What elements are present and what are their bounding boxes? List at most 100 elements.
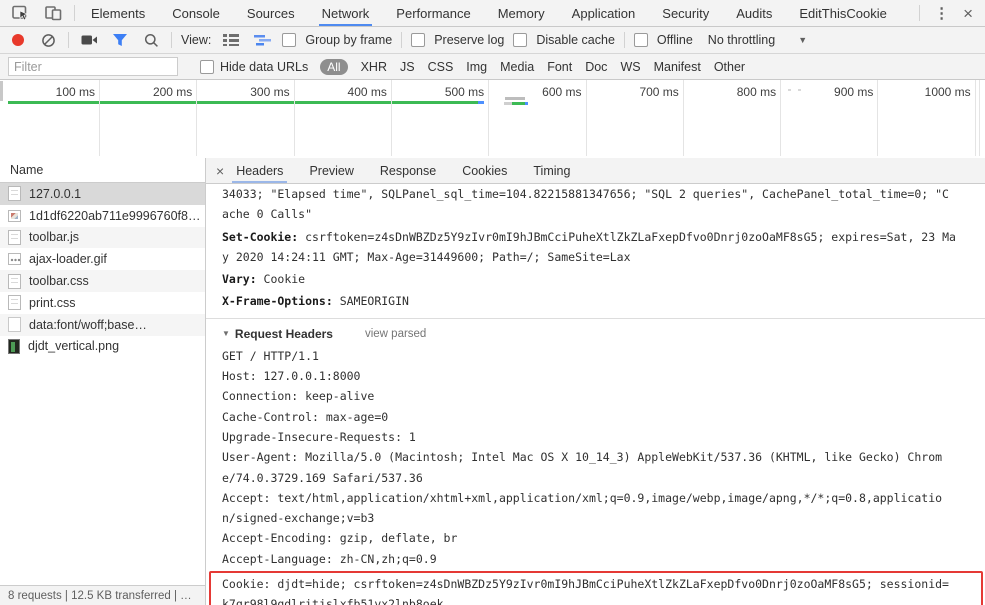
devtools-window: Elements Console Sources Network Performance… bbox=[0, 0, 985, 605]
header-line: Accept-Encoding: gzip, deflate, br bbox=[222, 531, 458, 546]
request-headers-title: Request Headers bbox=[234, 326, 333, 341]
filter-type-other[interactable]: Other bbox=[714, 60, 745, 74]
request-row[interactable]: djdt_vertical.png bbox=[0, 336, 205, 358]
tab-elements[interactable]: Elements bbox=[91, 0, 145, 26]
filter-type-manifest[interactable]: Manifest bbox=[654, 60, 701, 74]
status-summary: 8 requests | 12.5 KB transferred | … bbox=[8, 589, 192, 602]
tab-editthiscookie[interactable]: EditThisCookie bbox=[799, 0, 886, 26]
hide-data-urls-checkbox[interactable] bbox=[200, 59, 214, 74]
overview-timeline-bar-blue bbox=[478, 101, 484, 104]
request-row[interactable]: 127.0.0.1 bbox=[0, 183, 205, 205]
view-parsed-link[interactable]: view parsed bbox=[365, 328, 426, 340]
doc-file-icon bbox=[8, 229, 21, 245]
request-headers-section[interactable]: ▼ Request Headers view parsed bbox=[222, 322, 985, 346]
request-name: djdt_vertical.png bbox=[28, 339, 120, 354]
timeline-gridline bbox=[682, 80, 684, 156]
filter-type-xhr[interactable]: XHR bbox=[361, 60, 387, 74]
record-icon[interactable] bbox=[12, 34, 24, 46]
tab-memory[interactable]: Memory bbox=[498, 0, 545, 26]
header-line: Set-Cookie: csrftoken=z4sDnWBZDz5Y9zIvr0… bbox=[222, 229, 956, 244]
request-name: 1d1df6220ab711e9996760f8… bbox=[29, 208, 201, 223]
filter-input[interactable] bbox=[8, 57, 178, 76]
request-row[interactable]: data:font/woff;base… bbox=[0, 313, 205, 336]
timeline-tick-label: 400 ms bbox=[347, 85, 387, 99]
group-by-frame-label: Group by frame bbox=[305, 33, 393, 47]
tab-audits[interactable]: Audits bbox=[736, 0, 772, 26]
request-name: 127.0.0.1 bbox=[29, 186, 82, 201]
close-detail-icon[interactable]: × bbox=[216, 163, 224, 179]
request-name: ajax-loader.gif bbox=[29, 252, 107, 267]
filter-type-all[interactable]: All bbox=[320, 58, 348, 75]
headers-content: 34033; "Elapsed time", SQLPanel_sql_time… bbox=[206, 183, 985, 605]
header-line: Accept-Language: zh-CN,zh;q=0.9 bbox=[222, 551, 437, 566]
request-row[interactable]: toolbar.js bbox=[0, 226, 205, 249]
timeline-tick-label: 1000 ms bbox=[924, 85, 971, 99]
overview-timeline-bar-green bbox=[8, 101, 478, 104]
detail-tab-preview[interactable]: Preview bbox=[309, 158, 353, 183]
search-icon[interactable] bbox=[140, 29, 162, 51]
request-row[interactable]: toolbar.css bbox=[0, 270, 205, 292]
doc-file-icon bbox=[8, 186, 21, 202]
clear-icon[interactable] bbox=[37, 29, 59, 51]
disable-cache-checkbox[interactable] bbox=[513, 33, 528, 47]
detail-tab-cookies[interactable]: Cookies bbox=[462, 158, 507, 183]
inspect-element-icon[interactable] bbox=[10, 2, 32, 24]
tab-application[interactable]: Application bbox=[572, 0, 636, 26]
disable-cache-label: Disable cache bbox=[536, 33, 615, 47]
close-devtools-icon[interactable]: × bbox=[963, 5, 973, 22]
preserve-log-checkbox[interactable] bbox=[411, 33, 426, 47]
large-rows-icon[interactable] bbox=[220, 29, 242, 51]
timeline-gridline bbox=[390, 80, 392, 156]
filter-type-js[interactable]: JS bbox=[400, 60, 415, 74]
waterfall-icon[interactable] bbox=[251, 29, 273, 51]
tab-network[interactable]: Network bbox=[318, 0, 372, 26]
filter-type-doc[interactable]: Doc bbox=[585, 60, 607, 74]
request-row[interactable]: 1d1df6220ab711e9996760f8… bbox=[0, 205, 205, 227]
header-line: Connection: keep-alive bbox=[222, 389, 375, 404]
timeline-gridline bbox=[877, 80, 879, 156]
divider bbox=[623, 32, 625, 48]
header-line: User-Agent: Mozilla/5.0 (Macintosh; Inte… bbox=[222, 450, 943, 465]
filter-type-css[interactable]: CSS bbox=[428, 60, 454, 74]
filter-type-media[interactable]: Media bbox=[500, 60, 534, 74]
offline-checkbox[interactable] bbox=[633, 33, 648, 47]
network-overview[interactable]: 100 ms 200 ms 300 ms 400 ms 500 ms 600 ms 700 … bbox=[0, 80, 985, 159]
overview-request-bar bbox=[504, 101, 528, 105]
more-options-icon[interactable]: ⋮ bbox=[934, 4, 949, 22]
name-column-header[interactable]: Name bbox=[0, 158, 205, 183]
tab-console[interactable]: Console bbox=[172, 0, 220, 26]
request-name: data:font/woff;base… bbox=[29, 317, 147, 332]
doc-file-icon bbox=[8, 295, 21, 311]
divider bbox=[919, 5, 921, 21]
throttling-select[interactable]: No throttling bbox=[708, 33, 775, 47]
request-row[interactable]: ajax-loader.gif bbox=[0, 248, 205, 270]
tab-security[interactable]: Security bbox=[662, 0, 709, 26]
filter-type-ws[interactable]: WS bbox=[620, 60, 640, 74]
img-file-icon bbox=[8, 209, 21, 222]
timeline-tick-label: 700 ms bbox=[639, 85, 679, 99]
djdt-file-icon bbox=[8, 338, 20, 354]
request-name: toolbar.css bbox=[29, 274, 89, 289]
hide-data-urls-label: Hide data URLs bbox=[220, 59, 309, 74]
filter-bar: Hide data URLs All XHR JS CSS Img Media Font Do… bbox=[0, 54, 985, 80]
group-by-frame-checkbox[interactable] bbox=[282, 33, 297, 47]
capture-screenshots-icon[interactable] bbox=[78, 29, 100, 51]
detail-tab-response[interactable]: Response bbox=[380, 158, 436, 183]
detail-tab-bar: × Headers Preview Response Cookies Timing bbox=[206, 158, 985, 184]
detail-tab-headers[interactable]: Headers bbox=[232, 158, 288, 183]
filter-type-img[interactable]: Img bbox=[466, 60, 487, 74]
header-line: Cookie: djdt=hide; csrftoken=z4sDnWBZDz5… bbox=[222, 577, 949, 592]
request-row[interactable]: print.css bbox=[0, 292, 205, 314]
header-line: Upgrade-Insecure-Requests: 1 bbox=[222, 429, 416, 444]
request-detail-pane: × Headers Preview Response Cookies Timing 34… bbox=[206, 158, 985, 605]
divider bbox=[68, 32, 69, 48]
timeline-gridline bbox=[974, 80, 976, 156]
tab-sources[interactable]: Sources bbox=[247, 0, 295, 26]
filter-funnel-icon[interactable] bbox=[109, 29, 131, 51]
tab-performance[interactable]: Performance bbox=[396, 0, 470, 26]
device-toolbar-icon[interactable] bbox=[42, 2, 64, 24]
preserve-log-label: Preserve log bbox=[434, 33, 505, 47]
detail-tab-timing[interactable]: Timing bbox=[533, 158, 570, 183]
filter-type-font[interactable]: Font bbox=[547, 60, 572, 74]
timeline-gridline bbox=[99, 80, 100, 156]
